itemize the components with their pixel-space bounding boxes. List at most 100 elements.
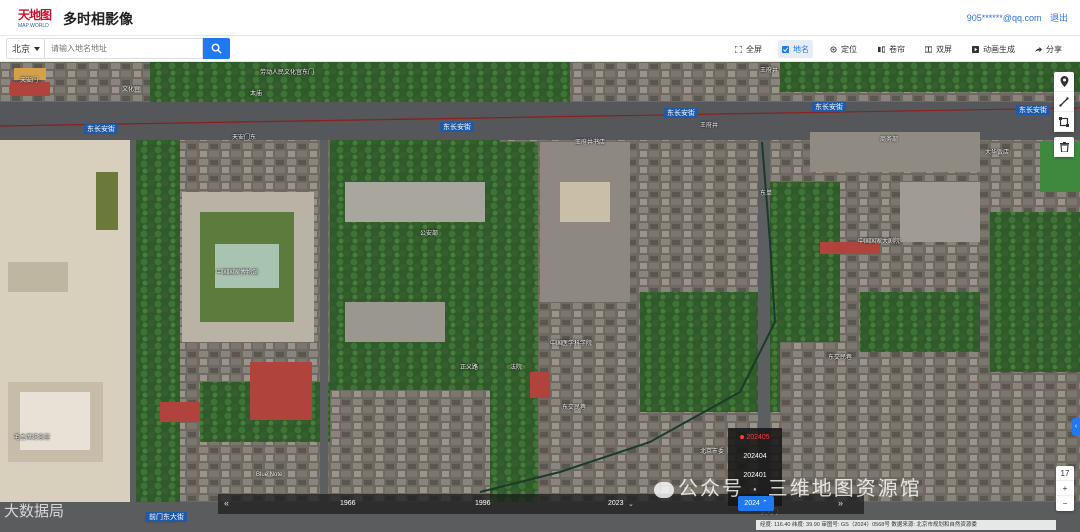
map-place-label: 中国国家博物馆 xyxy=(216,270,259,276)
user-email[interactable]: 905******@qq.com xyxy=(967,13,1042,23)
search-button[interactable] xyxy=(203,38,230,59)
measure-area-button[interactable] xyxy=(1054,112,1074,132)
corner-watermark: 大数据局 xyxy=(4,500,64,521)
map-place-label: 王府井 xyxy=(700,123,719,129)
tool-placename[interactable]: 地名 xyxy=(778,40,813,58)
timeline-year[interactable]: 1966 xyxy=(340,500,356,507)
clear-button[interactable] xyxy=(1054,137,1074,157)
animation-icon xyxy=(972,45,979,53)
marker-icon xyxy=(1060,76,1068,87)
city-select-value: 北京 xyxy=(12,44,31,54)
map-place-label: 东交民巷 xyxy=(562,405,587,411)
map-place-label: 天安门 xyxy=(20,78,39,84)
road-label: 东长安街 xyxy=(812,102,846,112)
toolbar: 北京 全屏 地名 定位 卷帘 双屏 xyxy=(0,36,1080,62)
tool-share-label: 分享 xyxy=(1046,44,1062,54)
map-place-label: 太庙 xyxy=(250,91,263,97)
watermark-text: 公众号 · 三维地图资源馆 xyxy=(678,478,922,500)
year-option[interactable]: 202404 xyxy=(728,447,782,466)
tool-locate[interactable]: 定位 xyxy=(826,40,861,58)
share-icon xyxy=(1035,46,1042,52)
logo-text: 天地图 xyxy=(18,8,52,22)
satellite-map[interactable]: 天安门 文化宫 劳动人民文化宫东门 太庙 天安门东 中国国家博物馆 王府井 王府井 商务部 大华饭… xyxy=(0,62,1080,532)
city-select[interactable]: 北京 xyxy=(6,38,44,59)
corner-watermark-text: 大数据局 xyxy=(4,503,65,520)
map-side-toolbar-clear xyxy=(1054,137,1074,157)
collapse-panel-button[interactable]: ‹ xyxy=(1072,418,1080,436)
search-input[interactable] xyxy=(44,38,203,59)
tool-fullscreen[interactable]: 全屏 xyxy=(731,40,766,58)
map-place-label: 北京市委 xyxy=(700,449,725,455)
user-area: 905******@qq.com 退出 xyxy=(967,11,1068,24)
zoom-out-button[interactable]: − xyxy=(1056,496,1074,511)
map-place-label: 毛主席纪念堂 xyxy=(14,435,51,441)
tool-swipe-label: 卷帘 xyxy=(889,44,905,54)
chevron-up-icon: ⌃ xyxy=(761,500,768,507)
road-label: 东长安街 xyxy=(440,122,474,132)
app-root: 天地图 MAP WORLD 多时相影像 905******@qq.com 退出 … xyxy=(0,0,1080,532)
checkbox-icon xyxy=(782,45,789,53)
zoom-control: 17 + − xyxy=(1056,466,1074,511)
measure-line-button[interactable] xyxy=(1054,92,1074,112)
map-place-label: 劳动人民文化宫东门 xyxy=(260,70,315,76)
map-place-label: 王府井书店 xyxy=(575,140,606,146)
map-place-label: 中国国家大剧院 xyxy=(858,239,901,245)
map-place-label: 商务部 xyxy=(880,137,899,143)
zoom-in-button[interactable]: + xyxy=(1056,481,1074,496)
marker-tool-button[interactable] xyxy=(1054,72,1074,92)
map-place-label: 王府井 xyxy=(760,68,779,74)
status-bar: 经度: 116.40 纬度: 39.90 审图号: GS（2024）0568号 … xyxy=(756,520,1056,530)
current-year-label: 2024 xyxy=(744,500,760,507)
road-label: 前门东大街 xyxy=(146,512,187,522)
fullscreen-icon xyxy=(735,45,742,53)
tool-animation-label: 动画生成 xyxy=(983,44,1015,54)
tool-split-screen[interactable]: 双屏 xyxy=(921,40,956,58)
search-icon xyxy=(211,43,222,54)
measure-area-icon xyxy=(1059,116,1069,127)
chevron-down-icon: ⌄ xyxy=(628,501,634,508)
map-place-label: 法院 xyxy=(510,365,523,371)
zoom-level: 17 xyxy=(1056,466,1074,481)
logout-link[interactable]: 退出 xyxy=(1050,13,1068,23)
logo-subtext: MAP WORLD xyxy=(18,23,49,29)
timeline-year[interactable]: 2023 xyxy=(608,500,624,507)
map-place-label: 大华饭店 xyxy=(985,150,1010,156)
status-text: 经度: 116.40 纬度: 39.90 审图号: GS（2024）0568号 … xyxy=(760,522,977,528)
active-dot-icon xyxy=(740,435,745,440)
wechat-icon xyxy=(654,481,674,498)
road-label: 东长安街 xyxy=(1016,105,1050,115)
timeline-prev-icon[interactable]: « xyxy=(224,498,229,508)
road-label: 东长安街 xyxy=(84,124,118,134)
map-place-label: 东交民巷 xyxy=(828,355,853,361)
map-place-label: 天安门东 xyxy=(232,135,257,141)
tool-swipe[interactable]: 卷帘 xyxy=(874,40,909,58)
map-place-label: 正义路 xyxy=(460,365,479,371)
map-place-label: 公安部 xyxy=(420,231,439,237)
tianditu-logo[interactable]: 天地图 MAP WORLD xyxy=(18,6,54,30)
locate-icon xyxy=(830,45,837,53)
trash-icon xyxy=(1059,141,1069,152)
map-place-label: 文化宫 xyxy=(122,87,141,93)
tool-animation[interactable]: 动画生成 xyxy=(968,40,1019,58)
map-place-label: Blue Note xyxy=(256,472,283,478)
map-place-label: 东单 xyxy=(760,191,773,197)
year-option[interactable]: 202405 xyxy=(728,428,782,447)
tool-locate-label: 定位 xyxy=(841,44,857,54)
tool-share[interactable]: 分享 xyxy=(1031,40,1066,58)
tool-placename-label: 地名 xyxy=(793,44,809,54)
chevron-down-icon xyxy=(34,46,41,51)
wechat-watermark: 公众号 · 三维地图资源馆 xyxy=(654,472,922,501)
map-side-toolbar xyxy=(1054,72,1074,132)
year-option-label: 202405 xyxy=(746,434,770,441)
map-place-label: 中国医学科学院 xyxy=(550,341,593,347)
tool-fullscreen-label: 全屏 xyxy=(746,44,762,54)
swipe-icon xyxy=(878,45,885,53)
chevron-left-icon: ‹ xyxy=(1074,423,1078,430)
satellite-imagery xyxy=(0,62,1080,532)
tool-split-screen-label: 双屏 xyxy=(936,44,952,54)
measure-line-icon xyxy=(1059,96,1069,107)
road-label: 东长安街 xyxy=(664,108,698,118)
page-title: 多时相影像 xyxy=(63,11,133,27)
split-screen-icon xyxy=(925,45,932,53)
timeline-year[interactable]: 1996 xyxy=(475,500,491,507)
